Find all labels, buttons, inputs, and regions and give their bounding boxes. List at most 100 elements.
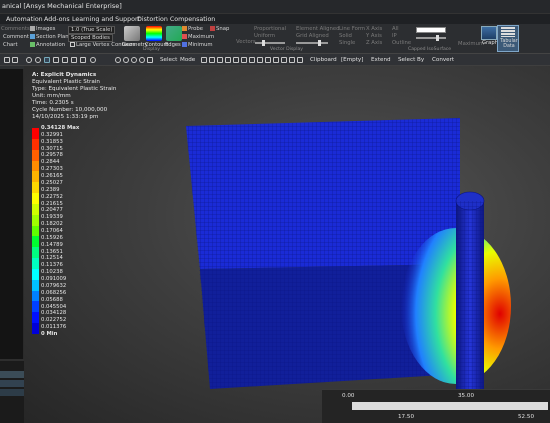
select-chain-icon[interactable] xyxy=(289,57,295,63)
zoom-selection-icon[interactable] xyxy=(139,57,145,63)
zoom-fit-icon[interactable] xyxy=(131,57,137,63)
color-legend-bar[interactable] xyxy=(32,128,39,335)
probe-icon xyxy=(182,26,187,31)
minimum-button[interactable]: Minimum xyxy=(182,42,213,48)
element-aligned-option[interactable]: Element Aligned xyxy=(296,26,340,32)
details-row[interactable] xyxy=(0,389,24,396)
zoom-in-icon[interactable] xyxy=(115,57,121,63)
tab-learning-support[interactable]: Learning and Support xyxy=(72,16,140,23)
convert-dropdown[interactable]: Convert xyxy=(432,56,454,64)
annotation-button[interactable]: Annotation xyxy=(30,42,65,48)
select-tangent-icon[interactable] xyxy=(297,57,303,63)
maximum-button[interactable]: Maximum xyxy=(182,34,214,40)
analysis-title: A: Explicit Dynamics xyxy=(32,72,97,78)
ip-option[interactable]: IP xyxy=(392,33,397,39)
extend-dropdown[interactable]: Extend xyxy=(371,56,391,64)
comments-button[interactable]: Comments xyxy=(1,26,30,32)
pin-icon[interactable] xyxy=(4,57,10,63)
chart-button[interactable]: Chart xyxy=(3,42,18,48)
scoped-bodies-select[interactable]: Scoped Bodies xyxy=(68,34,113,42)
legend-value-label: 0.11376 xyxy=(41,262,63,269)
magnifier-icon[interactable] xyxy=(147,57,153,63)
legend-swatch xyxy=(32,279,39,292)
more-icon[interactable] xyxy=(12,57,18,63)
select-by-dropdown[interactable]: Select By xyxy=(398,56,424,64)
title-bar: anical [Ansys Mechanical Enterprise] xyxy=(0,0,550,14)
images-button[interactable]: Images xyxy=(30,26,55,32)
isosurface-knob[interactable] xyxy=(436,35,439,41)
all-option[interactable]: All xyxy=(392,26,399,32)
mesh-model[interactable] xyxy=(24,66,550,423)
legend-swatch xyxy=(32,225,39,237)
iso-view-icon[interactable] xyxy=(62,57,68,63)
section-plane-button[interactable]: Section Plane xyxy=(30,34,72,40)
legend-value-label: 0.19339 xyxy=(41,214,63,221)
rotate-icon[interactable] xyxy=(26,57,32,63)
scale-select[interactable]: 1.0 (True Scale) xyxy=(68,26,116,34)
probe-button[interactable]: Probe xyxy=(182,26,203,32)
legend-swatch xyxy=(32,268,39,281)
legend-value-label: 0.034128 xyxy=(41,310,67,317)
zoom-box-icon[interactable] xyxy=(44,57,50,63)
select-element-icon[interactable] xyxy=(249,57,255,63)
contours-icon[interactable] xyxy=(146,26,162,41)
isosurface-slider[interactable] xyxy=(416,37,446,39)
view-front-icon[interactable] xyxy=(71,57,77,63)
solid-option[interactable]: Solid xyxy=(339,33,352,39)
isosurface-color-swatch[interactable] xyxy=(416,27,446,33)
tab-distortion-compensation[interactable]: Distortion Compensation xyxy=(137,16,215,23)
view-back-icon[interactable] xyxy=(80,57,86,63)
geometry-icon[interactable] xyxy=(124,26,140,41)
checkbox-icon xyxy=(70,42,75,47)
rotate-mode-icon[interactable] xyxy=(90,57,96,63)
details-row[interactable] xyxy=(0,371,24,378)
clipboard-dropdown[interactable]: Clipboard xyxy=(310,56,337,64)
vector-density-knob[interactable] xyxy=(318,40,321,46)
fit-icon[interactable] xyxy=(53,57,59,63)
legend-swatch xyxy=(32,290,39,302)
comment-button[interactable]: Comment xyxy=(3,34,29,40)
proportional-option[interactable]: Proportional xyxy=(254,26,286,32)
snap-button[interactable]: Snap xyxy=(210,26,229,32)
legend-value-label: 0.10238 xyxy=(41,269,63,276)
line-form-option[interactable]: Line Form xyxy=(339,26,365,32)
vector-length-knob[interactable] xyxy=(262,40,265,46)
graph-icon[interactable] xyxy=(481,26,497,40)
timeline-bar[interactable] xyxy=(352,402,548,410)
snap-label: Snap xyxy=(216,26,230,32)
single-option[interactable]: Single xyxy=(339,40,355,46)
details-row[interactable] xyxy=(0,380,24,387)
maximum-icon xyxy=(182,34,187,39)
legend-value-label: 0.22752 xyxy=(41,193,63,200)
pan-icon[interactable] xyxy=(35,57,41,63)
z-axis-option[interactable]: Z Axis xyxy=(366,40,382,46)
tab-add-ons[interactable]: Add-ons xyxy=(44,16,70,23)
vector-density-slider[interactable] xyxy=(296,42,328,44)
tab-automation[interactable]: Automation xyxy=(6,16,43,23)
select-all-icon[interactable] xyxy=(265,57,271,63)
select-vertex-icon[interactable] xyxy=(201,57,207,63)
select-adjacent-icon[interactable] xyxy=(273,57,279,63)
x-axis-option[interactable]: X Axis xyxy=(366,26,382,32)
select-body-icon[interactable] xyxy=(225,57,231,63)
legend-value-label: 0.21615 xyxy=(41,200,63,207)
vectors-label: Vectors xyxy=(236,39,256,45)
edges-icon[interactable] xyxy=(166,26,182,41)
select-edge-icon[interactable] xyxy=(209,57,215,63)
select-element-face-icon[interactable] xyxy=(241,57,247,63)
vector-length-slider[interactable] xyxy=(255,42,285,44)
mode-dropdown[interactable]: Mode xyxy=(180,56,195,64)
grid-aligned-option[interactable]: Grid Aligned xyxy=(296,33,329,39)
y-axis-option[interactable]: Y Axis xyxy=(366,33,382,39)
select-mesh-icon[interactable] xyxy=(257,57,263,63)
select-face-icon[interactable] xyxy=(217,57,223,63)
select-node-icon[interactable] xyxy=(233,57,239,63)
legend-swatch xyxy=(32,160,39,172)
select-loop-icon[interactable] xyxy=(281,57,287,63)
graphics-viewport[interactable]: A: Explicit Dynamics Equivalent Plastic … xyxy=(24,66,550,423)
uniform-option[interactable]: Uniform xyxy=(254,33,275,39)
zoom-out-icon[interactable] xyxy=(123,57,129,63)
outline-option[interactable]: Outline xyxy=(392,40,411,46)
select-button[interactable]: Select xyxy=(160,56,177,64)
timeline-panel: 0.00 35.00 17.50 52.50 xyxy=(322,389,550,423)
